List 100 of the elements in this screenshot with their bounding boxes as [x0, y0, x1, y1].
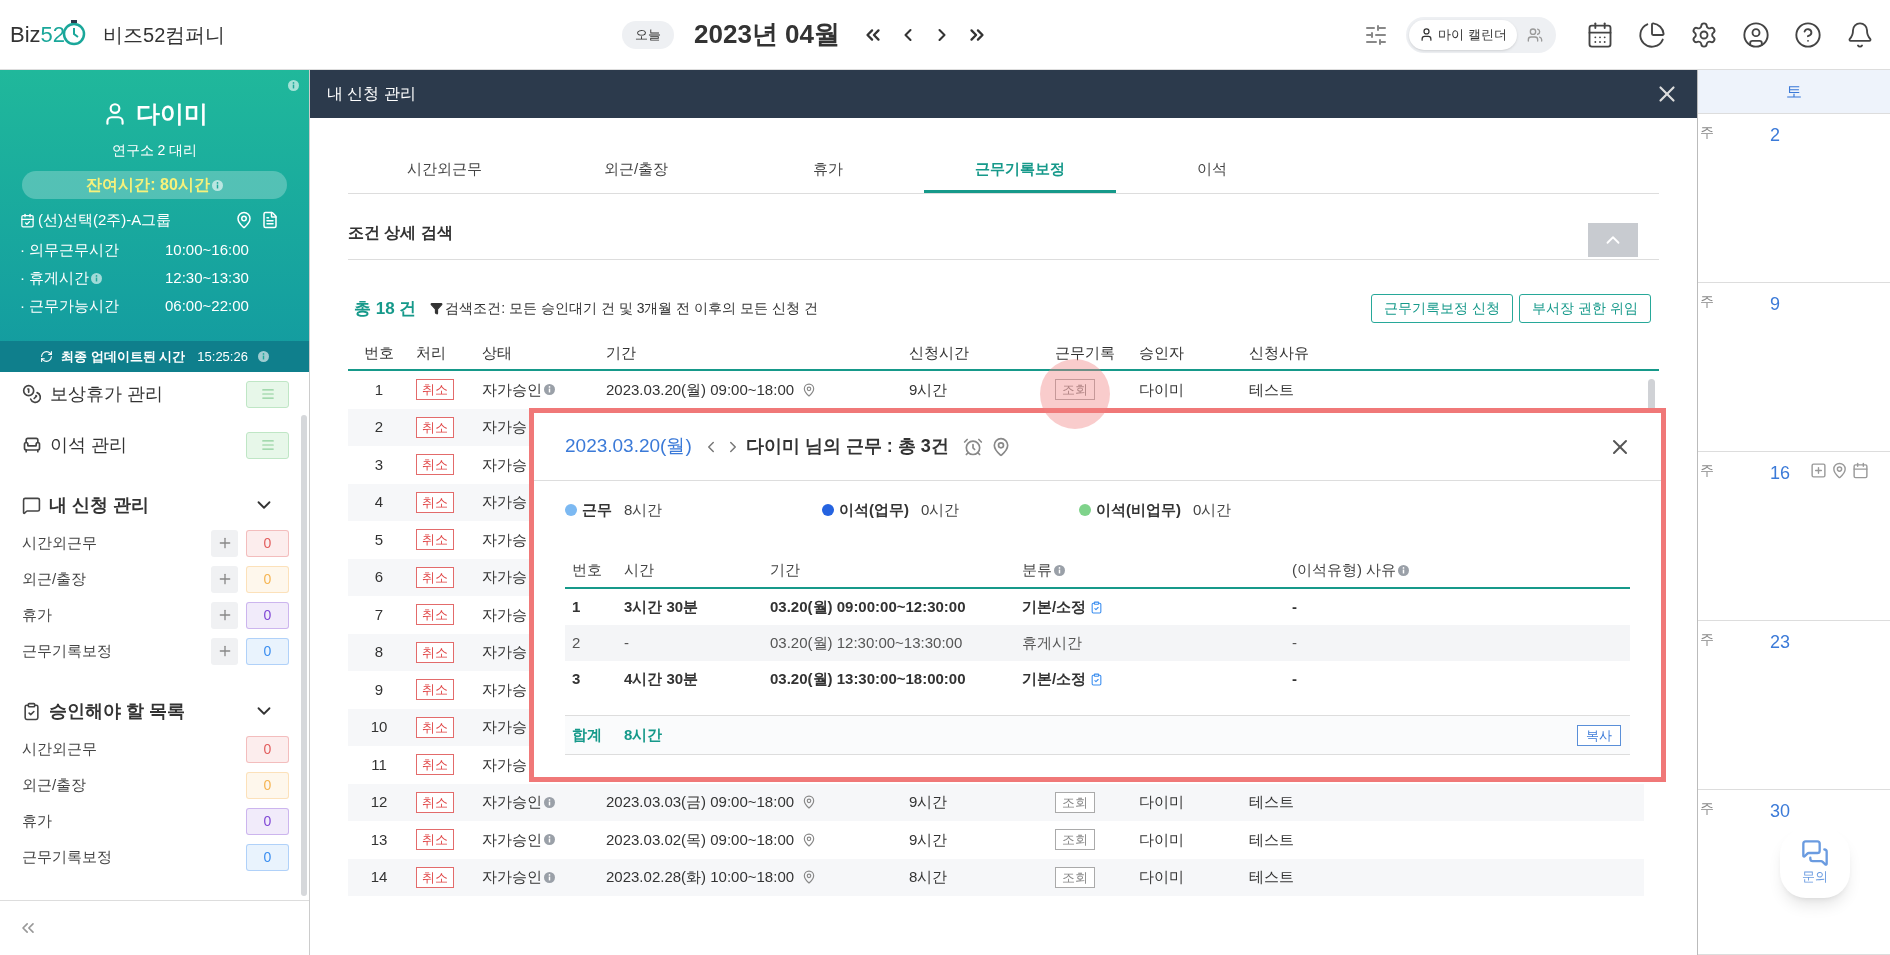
date-number[interactable]: 2 — [1770, 122, 1822, 149]
add-icon[interactable] — [1810, 462, 1827, 479]
group-icon[interactable] — [1527, 26, 1543, 43]
clipboard-check-icon[interactable] — [1090, 600, 1104, 614]
table-cell: - — [1292, 633, 1297, 651]
menu-item[interactable]: 이석 관리 — [50, 431, 246, 459]
tab[interactable]: 시간외근무 — [348, 149, 540, 193]
account-icon[interactable] — [1742, 20, 1770, 49]
column-header: 신청시간 — [909, 342, 969, 363]
cancel-button[interactable]: 취소 — [416, 491, 454, 513]
table-cell-text: 자가승 — [482, 642, 527, 662]
menu-item[interactable]: 외근/출장 — [22, 773, 246, 797]
tab[interactable]: 이석 — [1116, 149, 1308, 193]
location-pin-icon[interactable] — [802, 832, 817, 847]
table-cell-text: 6 — [374, 567, 384, 587]
copy-button[interactable]: 복사 — [1577, 724, 1621, 746]
view-button[interactable]: 조회 — [1055, 866, 1095, 888]
section-title[interactable]: 승인해야 할 목록 — [49, 697, 253, 725]
count-badge[interactable]: 0 — [246, 843, 289, 871]
cancel-button[interactable]: 취소 — [416, 679, 454, 701]
location-pin-icon[interactable] — [802, 870, 817, 885]
action-button[interactable]: 근무기록보정 신청 — [1371, 294, 1514, 323]
count-badge[interactable]: 0 — [246, 601, 289, 629]
menu-item[interactable]: 근무기록보정 — [22, 639, 211, 663]
calendar-cell[interactable]: 주 16 — [1698, 452, 1890, 621]
add-button[interactable] — [211, 529, 238, 557]
date-number[interactable]: 30 — [1770, 798, 1822, 825]
menu-item[interactable]: 휴가 — [22, 603, 211, 627]
refresh-icon[interactable] — [40, 350, 54, 363]
filter-sliders-icon[interactable] — [1364, 22, 1389, 47]
location-pin-icon[interactable] — [1831, 462, 1848, 479]
table-cell-text: 자가승인 — [482, 792, 542, 812]
cancel-button[interactable]: 취소 — [416, 566, 454, 588]
tab[interactable]: 근무기록보정 — [924, 149, 1116, 193]
table-cell-text: 자가승 — [482, 492, 527, 512]
detail-date[interactable]: 2023.03.20(월) — [565, 432, 692, 461]
tab[interactable]: 휴가 — [732, 149, 924, 193]
menu-item[interactable]: 시간외근무 — [22, 531, 211, 555]
location-pin-icon[interactable] — [802, 795, 817, 810]
count-badge[interactable]: 0 — [246, 735, 289, 763]
count-badge[interactable]: 0 — [246, 529, 289, 557]
document-icon[interactable] — [261, 211, 279, 230]
menu-item[interactable]: 휴가 — [22, 809, 246, 833]
pie-chart-icon[interactable] — [1638, 20, 1666, 49]
company-name: 비즈52컴퍼니 — [103, 22, 226, 48]
view-button[interactable]: 조회 — [1055, 829, 1095, 851]
section-title[interactable]: 내 신청 관리 — [49, 491, 253, 519]
notification-bell-icon[interactable] — [1846, 20, 1874, 49]
location-pin-icon[interactable] — [235, 211, 253, 230]
column-header: 번호 — [572, 560, 602, 581]
date-number[interactable]: 23 — [1770, 629, 1822, 656]
day-header: 토 — [1698, 70, 1890, 114]
alarm-clock-icon[interactable] — [962, 436, 983, 457]
add-button[interactable] — [211, 565, 238, 593]
legend-value: 8시간 — [624, 499, 663, 520]
action-button[interactable]: 부서장 권한 위임 — [1519, 294, 1651, 323]
table-cell-text: 다이미 — [1139, 792, 1184, 812]
count-badge[interactable]: 0 — [246, 637, 289, 665]
scrollbar[interactable] — [301, 415, 307, 896]
cancel-button[interactable]: 취소 — [416, 454, 454, 476]
view-button[interactable]: 조회 — [1055, 791, 1095, 813]
my-calendar-toggle[interactable]: 마이 캘린더 — [1409, 19, 1517, 50]
calendar-icon[interactable] — [1586, 20, 1614, 49]
cancel-button[interactable]: 취소 — [416, 641, 454, 663]
today-button[interactable]: 오늘 — [622, 20, 674, 49]
cancel-button[interactable]: 취소 — [416, 866, 454, 888]
calendar-cell[interactable]: 주 2 — [1698, 114, 1890, 283]
date-number[interactable]: 9 — [1770, 291, 1822, 318]
calendar-cell[interactable]: 주 9 — [1698, 283, 1890, 452]
calendar-cell[interactable]: 주 23 — [1698, 621, 1890, 790]
menu-item[interactable]: 외근/출장 — [22, 567, 211, 591]
add-button[interactable] — [211, 637, 238, 665]
date-number[interactable]: 16 — [1770, 460, 1822, 487]
menu-item[interactable]: 보상휴가 관리 — [50, 380, 246, 408]
table-cell-text: 9 — [374, 679, 384, 700]
add-button[interactable] — [211, 601, 238, 629]
total-count: 총 18 건 — [354, 297, 417, 320]
tab[interactable]: 외근/출장 — [540, 149, 732, 193]
clipboard-check-icon[interactable] — [1090, 672, 1104, 686]
view-button[interactable]: 조회 — [1055, 379, 1095, 401]
cancel-button[interactable]: 취소 — [416, 604, 454, 626]
cancel-button[interactable]: 취소 — [416, 529, 454, 551]
cancel-button[interactable]: 취소 — [416, 379, 454, 401]
cancel-button[interactable]: 취소 — [416, 791, 454, 813]
cancel-button[interactable]: 취소 — [416, 754, 454, 776]
cancel-button[interactable]: 취소 — [416, 829, 454, 851]
count-badge[interactable]: 0 — [246, 807, 289, 835]
legend-value: 0시간 — [921, 499, 960, 520]
table-cell: 3 — [572, 669, 581, 687]
help-icon[interactable] — [1794, 20, 1822, 49]
menu-item[interactable]: 시간외근무 — [22, 737, 246, 761]
week-label: 주 — [1700, 123, 1715, 142]
user-position: 연구소 2 대리 — [110, 141, 199, 160]
menu-item[interactable]: 근무기록보정 — [22, 845, 246, 869]
cancel-button[interactable]: 취소 — [416, 416, 454, 438]
settings-icon[interactable] — [1690, 20, 1718, 49]
cancel-button[interactable]: 취소 — [416, 716, 454, 738]
inquiry-button[interactable]: 문의 — [1780, 828, 1850, 898]
location-pin-icon[interactable] — [802, 382, 817, 397]
coins-icon — [22, 384, 42, 404]
